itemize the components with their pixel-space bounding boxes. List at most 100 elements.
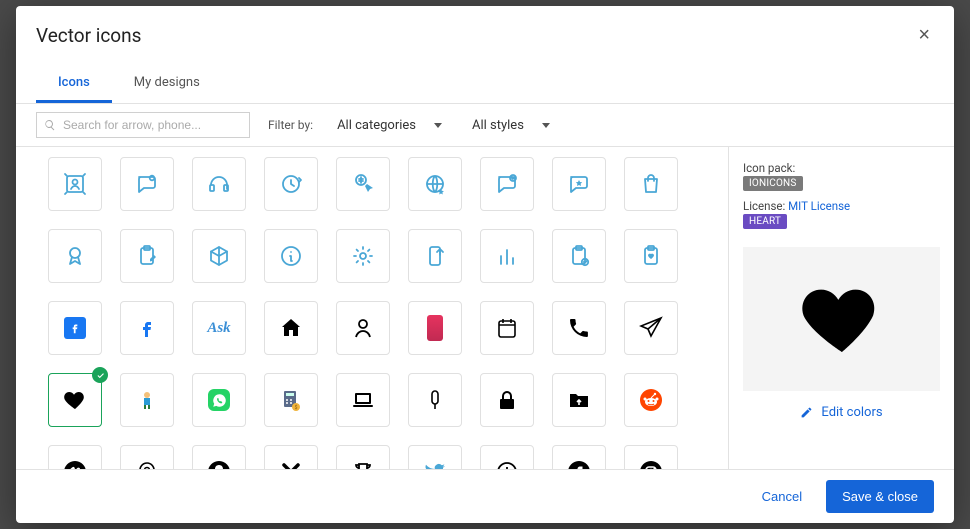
cancel-button[interactable]: Cancel bbox=[754, 483, 810, 510]
icon-tile-calendar[interactable] bbox=[480, 301, 534, 355]
icon-tile-twitter-bird[interactable] bbox=[408, 445, 462, 469]
icon-tile-headset[interactable] bbox=[192, 157, 246, 211]
icon-tile-trophy[interactable] bbox=[336, 445, 390, 469]
icon-tile-whatsapp[interactable] bbox=[192, 373, 246, 427]
reddit-icon bbox=[639, 388, 663, 412]
heart-icon bbox=[63, 388, 87, 412]
category-select-label: All categories bbox=[337, 118, 416, 133]
search-input[interactable] bbox=[36, 112, 250, 138]
calendar-icon bbox=[495, 316, 519, 340]
dollar-touch-icon bbox=[351, 172, 375, 196]
icon-tile-home[interactable] bbox=[264, 301, 318, 355]
chat-check-icon bbox=[495, 172, 519, 196]
chat-bubble-gear-icon bbox=[135, 172, 159, 196]
tab-icons[interactable]: Icons bbox=[36, 67, 112, 103]
folder-upload-icon bbox=[567, 388, 591, 412]
battery-red-icon bbox=[427, 315, 443, 341]
edit-colors-label: Edit colors bbox=[821, 405, 882, 420]
icon-tile-medal[interactable] bbox=[48, 229, 102, 283]
license-label: License: bbox=[743, 199, 785, 213]
pack-badge: IONICONS bbox=[743, 176, 803, 191]
icon-tile-facebook-circle[interactable] bbox=[552, 445, 606, 469]
modal-title: Vector icons bbox=[36, 24, 141, 47]
save-button[interactable]: Save & close bbox=[826, 480, 934, 513]
laptop-icon bbox=[351, 388, 375, 412]
icon-tile-facebook-f[interactable] bbox=[120, 301, 174, 355]
icon-tile-reddit[interactable] bbox=[624, 373, 678, 427]
icon-tile-heart[interactable] bbox=[48, 373, 102, 427]
icon-tile-facebook-square[interactable] bbox=[48, 301, 102, 355]
target-person-icon bbox=[63, 172, 87, 196]
icon-tile-clock-outline[interactable] bbox=[480, 445, 534, 469]
icon-tile-x-close[interactable] bbox=[264, 445, 318, 469]
icon-tile-shopping-bag[interactable] bbox=[624, 157, 678, 211]
icon-tile-cube[interactable] bbox=[192, 229, 246, 283]
icon-tile-bar-chart[interactable] bbox=[480, 229, 534, 283]
icon-tile-globe-star[interactable] bbox=[408, 157, 462, 211]
search-wrap bbox=[36, 112, 250, 138]
category-select[interactable]: All categories bbox=[331, 114, 448, 137]
icon-tile-clock-refresh[interactable] bbox=[264, 157, 318, 211]
star-badge-icon bbox=[567, 172, 591, 196]
tab-my-designs[interactable]: My designs bbox=[112, 67, 222, 103]
icon-tile-clipboard-check[interactable] bbox=[552, 229, 606, 283]
license-link[interactable]: MIT License bbox=[788, 199, 850, 213]
paper-plane-icon bbox=[639, 316, 663, 340]
icon-tile-map-pin[interactable] bbox=[120, 445, 174, 469]
icon-tile-lock[interactable] bbox=[480, 373, 534, 427]
clipboard-heart-icon bbox=[639, 244, 663, 268]
filter-label: Filter by: bbox=[268, 118, 313, 132]
icon-tile-instagram-circle[interactable] bbox=[624, 445, 678, 469]
icon-tile-paper-plane[interactable] bbox=[624, 301, 678, 355]
tabs: Icons My designs bbox=[16, 47, 954, 104]
whatsapp-icon bbox=[208, 389, 230, 411]
icon-tile-chat-bubble-gear[interactable] bbox=[120, 157, 174, 211]
clipboard-edit-icon bbox=[135, 244, 159, 268]
icon-tile-chat-check[interactable] bbox=[480, 157, 534, 211]
icon-tile-vimeo-circle[interactable] bbox=[48, 445, 102, 469]
toolbar: Filter by: All categories All styles bbox=[16, 104, 954, 147]
facebook-circle-icon bbox=[567, 460, 591, 469]
icon-tag-badge: HEART bbox=[743, 214, 787, 229]
icon-preview bbox=[743, 247, 940, 391]
bar-chart-icon bbox=[495, 244, 519, 268]
icon-tile-phone-handset[interactable] bbox=[552, 301, 606, 355]
lock-icon bbox=[495, 388, 519, 412]
icon-tile-target-person[interactable] bbox=[48, 157, 102, 211]
icon-tile-battery-red[interactable] bbox=[408, 301, 462, 355]
map-pin-icon bbox=[135, 460, 159, 469]
icon-tile-phone-arrow[interactable] bbox=[408, 229, 462, 283]
vimeo-circle-icon bbox=[63, 460, 87, 469]
icon-tile-calculator-money[interactable]: $ bbox=[264, 373, 318, 427]
vector-icons-modal: Vector icons × Icons My designs Filter b… bbox=[16, 6, 954, 523]
pack-label: Icon pack: bbox=[743, 161, 795, 175]
icon-tile-folder-upload[interactable] bbox=[552, 373, 606, 427]
icon-tile-mascot[interactable] bbox=[120, 373, 174, 427]
style-select[interactable]: All styles bbox=[466, 114, 556, 137]
side-panel: Icon pack: IONICONS License: MIT License… bbox=[728, 147, 954, 469]
instagram-circle-icon bbox=[639, 460, 663, 469]
medal-icon bbox=[63, 244, 87, 268]
icon-tile-clipboard-heart[interactable] bbox=[624, 229, 678, 283]
cube-icon bbox=[207, 244, 231, 268]
icon-grid-scroll[interactable]: Ask $ bbox=[16, 147, 728, 469]
icon-tile-person-outline[interactable] bbox=[336, 301, 390, 355]
icon-tile-star-badge[interactable] bbox=[552, 157, 606, 211]
icon-tile-popsicle[interactable] bbox=[408, 373, 462, 427]
icon-tile-laptop[interactable] bbox=[336, 373, 390, 427]
close-button[interactable]: × bbox=[914, 24, 934, 47]
icon-tile-gear[interactable] bbox=[336, 229, 390, 283]
globe-star-icon bbox=[423, 172, 447, 196]
selected-check-icon bbox=[92, 367, 108, 383]
icon-tile-info-circle[interactable] bbox=[264, 229, 318, 283]
icon-tile-ask-script[interactable]: Ask bbox=[192, 301, 246, 355]
shopping-bag-icon bbox=[639, 172, 663, 196]
facebook-square-icon bbox=[64, 317, 86, 339]
person-outline-icon bbox=[351, 316, 375, 340]
calculator-money-icon: $ bbox=[279, 388, 303, 412]
edit-colors-button[interactable]: Edit colors bbox=[743, 405, 940, 420]
icon-tile-dollar-touch[interactable] bbox=[336, 157, 390, 211]
icon-tile-clipboard-edit[interactable] bbox=[120, 229, 174, 283]
icon-tile-snapchat-circle[interactable] bbox=[192, 445, 246, 469]
trophy-icon bbox=[351, 460, 375, 469]
